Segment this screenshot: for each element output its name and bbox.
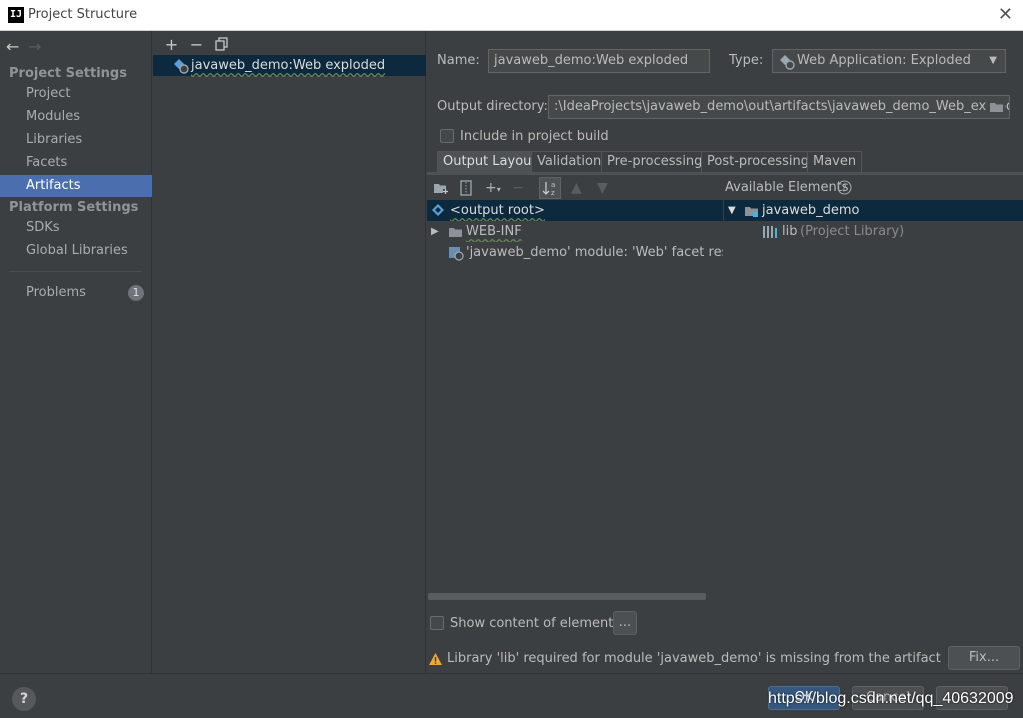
forward-arrow-icon[interactable]: → <box>28 37 50 56</box>
problems-count-badge: 1 <box>128 285 144 301</box>
artifact-item-label: javaweb_demo:Web exploded <box>191 58 386 73</box>
new-folder-icon[interactable] <box>433 180 449 196</box>
sidebar-item-global-libraries[interactable]: Global Libraries <box>0 240 152 262</box>
problems-label: Problems <box>26 285 86 300</box>
tab-underline <box>427 172 1023 175</box>
move-down-icon[interactable]: ▼ <box>597 180 608 196</box>
library-icon <box>762 225 778 239</box>
remove-element-icon[interactable]: − <box>512 180 524 196</box>
tab-output-layout[interactable]: Output Layout <box>437 151 543 173</box>
available-node-label: javaweb_demo <box>762 203 860 218</box>
sidebar-item-libraries[interactable]: Libraries <box>0 129 152 151</box>
close-icon[interactable]: ✕ <box>998 6 1013 24</box>
sidebar-item-artifacts[interactable]: Artifacts <box>0 175 152 197</box>
help-button[interactable]: ? <box>12 687 36 711</box>
section-platform-settings: Platform Settings <box>9 200 139 215</box>
sidebar-item-problems[interactable]: Problems 1 <box>0 282 152 304</box>
folder-icon <box>448 224 464 240</box>
artifacts-list-panel: + − javaweb_demo:Web exploded <box>153 31 426 673</box>
archive-icon[interactable] <box>459 180 473 196</box>
dialog-bottom-bar: ? OK Cancel https://blog.csdn.net/qq_406… <box>0 673 1023 718</box>
web-facet-icon <box>448 245 464 261</box>
web-artifact-icon <box>173 58 189 74</box>
available-node-suffix: (Project Library) <box>800 224 905 239</box>
add-icon[interactable]: + <box>159 35 184 54</box>
section-project-settings: Project Settings <box>9 66 127 81</box>
expand-arrow-icon[interactable]: ▶ <box>431 221 439 242</box>
tab-validation[interactable]: Validation <box>531 151 608 173</box>
output-directory-value: :\IdeaProjects\javaweb_demo\out\artifact… <box>554 99 1010 114</box>
back-arrow-icon[interactable]: ← <box>6 37 28 56</box>
output-directory-label: Output directory: <box>437 99 548 114</box>
tree-node-web-inf[interactable]: ▶ WEB-INF <box>427 221 723 242</box>
copy-icon[interactable] <box>209 35 234 54</box>
intellij-app-icon: IJ <box>8 7 24 23</box>
module-folder-icon <box>744 203 760 219</box>
sort-icon[interactable]: az <box>539 177 561 199</box>
more-options-button[interactable]: ... <box>613 611 637 635</box>
tree-node-label: WEB-INF <box>466 224 522 239</box>
dropdown-arrow-icon: ▼ <box>989 55 997 66</box>
watermark-text: https://blog.csdn.net/qq_40632009 <box>768 690 1014 707</box>
warning-icon <box>428 652 443 666</box>
available-elements-tree[interactable]: ▼ javaweb_demo lib (Project Library) <box>724 200 1023 592</box>
show-content-checkbox[interactable] <box>430 616 444 630</box>
layout-toolbar: +▾ − az ▲ ▼ Available Elements ? <box>427 176 1023 200</box>
name-label: Name: <box>437 53 480 68</box>
tab-post-processing[interactable]: Post-processing <box>701 151 815 173</box>
window-title: Project Structure <box>28 7 138 22</box>
sidebar-divider <box>9 271 142 272</box>
include-in-build-checkbox[interactable] <box>440 129 454 143</box>
tab-maven[interactable]: Maven <box>807 151 863 173</box>
tree-node-web-facet[interactable]: 'javaweb_demo' module: 'Web' facet resou… <box>427 242 723 263</box>
include-in-build-label: Include in project build <box>460 129 609 144</box>
svg-text:a: a <box>551 181 555 189</box>
title-bar: IJ Project Structure ✕ <box>0 0 1023 31</box>
nav-arrows: ← → <box>6 37 50 56</box>
move-up-icon[interactable]: ▲ <box>571 180 582 196</box>
output-root-icon <box>430 203 446 219</box>
svg-text:?: ? <box>842 184 847 195</box>
remove-icon[interactable]: − <box>184 35 209 54</box>
available-node-label: lib <box>782 224 798 239</box>
sidebar: ← → Project Settings Project Modules Libr… <box>0 31 152 673</box>
collapse-arrow-icon[interactable]: ▼ <box>728 200 736 221</box>
output-layout-tree[interactable]: <output root> ▶ WEB-INF 'javaweb_demo' m… <box>427 200 723 592</box>
tab-pre-processing[interactable]: Pre-processing <box>601 151 709 173</box>
available-node-lib[interactable]: lib (Project Library) <box>724 221 1023 242</box>
available-node-javaweb-demo[interactable]: ▼ javaweb_demo <box>724 200 1023 221</box>
fix-button[interactable]: Fix... <box>948 646 1020 670</box>
show-content-label: Show content of elements <box>450 616 621 631</box>
tree-node-output-root[interactable]: <output root> <box>427 200 723 221</box>
folder-browse-icon[interactable] <box>986 99 1005 115</box>
tree-node-label: 'javaweb_demo' module: 'Web' facet resou… <box>466 245 723 260</box>
add-element-icon[interactable]: +▾ <box>485 180 501 196</box>
svg-text:z: z <box>551 189 555 197</box>
type-value: Web Application: Exploded <box>797 53 971 68</box>
sidebar-item-facets[interactable]: Facets <box>0 152 152 174</box>
artifacts-toolbar: + − <box>159 35 234 55</box>
available-elements-label: Available Elements <box>725 180 849 195</box>
sidebar-item-sdks[interactable]: SDKs <box>0 217 152 239</box>
missing-library-warning: Library 'lib' required for module 'javaw… <box>447 651 941 666</box>
horizontal-scrollbar[interactable] <box>428 593 706 600</box>
tree-node-label: <output root> <box>450 203 545 218</box>
artifact-details-panel: Name: javaweb_demo:Web exploded Type: We… <box>427 31 1023 673</box>
artifact-item[interactable]: javaweb_demo:Web exploded <box>153 55 426 76</box>
sidebar-item-modules[interactable]: Modules <box>0 106 152 128</box>
type-combobox[interactable]: Web Application: Exploded ▼ <box>772 49 1006 73</box>
sidebar-item-project[interactable]: Project <box>0 83 152 105</box>
help-circle-icon[interactable]: ? <box>837 180 852 195</box>
output-directory-field[interactable]: :\IdeaProjects\javaweb_demo\out\artifact… <box>548 95 1010 119</box>
web-artifact-icon <box>779 54 795 70</box>
type-label: Type: <box>729 53 764 68</box>
name-field[interactable]: javaweb_demo:Web exploded <box>488 49 710 73</box>
